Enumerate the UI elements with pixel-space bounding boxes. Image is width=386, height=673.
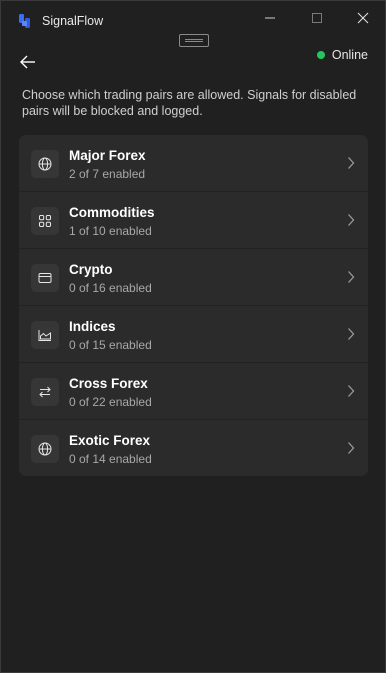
minimize-button[interactable] <box>247 5 293 31</box>
close-icon <box>357 12 369 24</box>
pair-group-title: Crypto <box>69 262 113 277</box>
chevron-right-icon <box>348 271 355 283</box>
chevron-right-icon <box>348 328 355 340</box>
chevron-right-icon <box>348 157 355 169</box>
maximize-button[interactable] <box>294 5 340 31</box>
chevron-right-icon <box>348 385 355 397</box>
pair-group-title: Indices <box>69 319 116 334</box>
pair-group-title: Exotic Forex <box>69 433 151 448</box>
status-dot-icon <box>316 51 325 59</box>
close-button[interactable] <box>340 5 386 31</box>
grid-icon <box>31 207 59 235</box>
swap-arrows-icon <box>31 378 59 406</box>
maximize-icon <box>312 13 322 23</box>
chevron-right-icon <box>348 442 355 454</box>
drag-handle-icon[interactable] <box>179 34 209 47</box>
status-label: Online <box>331 48 368 62</box>
pair-group-title: Cross Forex <box>69 376 148 391</box>
pair-group-count: 0 of 22 enabled <box>69 395 152 409</box>
chevron-right-icon <box>348 214 355 226</box>
pair-group-cross-forex[interactable]: Cross Forex 0 of 22 enabled <box>19 363 368 420</box>
pair-group-crypto[interactable]: Crypto 0 of 16 enabled <box>19 249 368 306</box>
pair-group-indices[interactable]: Indices 0 of 15 enabled <box>19 306 368 363</box>
pair-group-list: Major Forex 2 of 7 enabled Commodities 1… <box>19 135 368 476</box>
connection-status: Online <box>316 48 368 62</box>
pair-group-count: 0 of 15 enabled <box>69 338 152 352</box>
app-window: SignalFlow Online Choose which trading p… <box>0 0 386 673</box>
description-text: Choose which trading pairs are allowed. … <box>22 88 357 118</box>
pair-group-count: 0 of 16 enabled <box>69 281 152 295</box>
minimize-icon <box>265 17 275 19</box>
title-bar[interactable]: SignalFlow <box>1 1 385 37</box>
pair-group-count: 0 of 14 enabled <box>69 452 152 466</box>
globe-icon <box>31 150 59 178</box>
pair-group-count: 2 of 7 enabled <box>69 167 146 181</box>
area-chart-icon <box>31 321 59 349</box>
back-arrow-icon <box>20 55 35 69</box>
pair-group-commodities[interactable]: Commodities 1 of 10 enabled <box>19 192 368 249</box>
pair-group-exotic-forex[interactable]: Exotic Forex 0 of 14 enabled <box>19 420 368 476</box>
back-button[interactable] <box>15 49 41 75</box>
signalflow-logo-icon <box>19 14 30 28</box>
globe-icon <box>31 435 59 463</box>
pair-group-count: 1 of 10 enabled <box>69 224 152 238</box>
pair-group-major-forex[interactable]: Major Forex 2 of 7 enabled <box>19 135 368 192</box>
card-icon <box>31 264 59 292</box>
app-title: SignalFlow <box>42 14 104 28</box>
pair-group-title: Commodities <box>69 205 155 220</box>
pair-group-title: Major Forex <box>69 148 146 163</box>
